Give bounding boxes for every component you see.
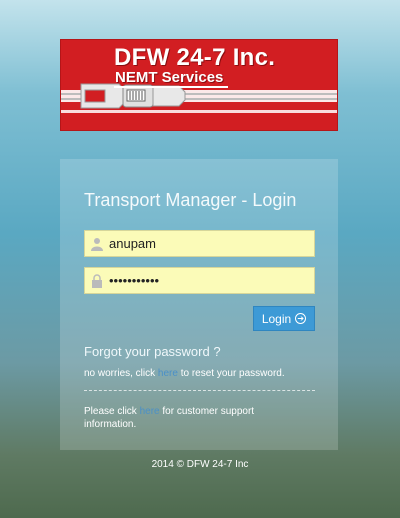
support-text: Please click here for customer support i… [84,405,304,431]
user-icon [91,238,103,251]
logo-subtitle: NEMT Services [115,69,224,86]
password-field-wrapper [84,267,315,294]
reset-password-link[interactable]: here [158,368,178,379]
username-field-wrapper [84,230,315,257]
password-input[interactable] [109,268,309,293]
lock-icon [92,274,102,288]
divider [84,390,315,391]
forgot-text-before: no worries, click [84,368,158,379]
support-text-before: Please click [84,406,140,417]
arrow-right-icon: ➔ [295,313,307,324]
login-button[interactable]: Login ➔ [253,306,315,331]
forgot-password-text: no worries, click here to reset your pas… [84,367,324,380]
logo-underline [114,86,228,88]
footer-copyright: 2014 © DFW 24-7 Inc [151,459,249,470]
logo-title: DFW 24-7 Inc. [114,44,276,71]
login-button-label: Login [261,311,292,326]
page-title: Transport Manager - Login [84,190,297,210]
username-input[interactable] [109,231,309,256]
login-panel: Transport Manager - Login Login ➔ Forgot… [60,159,338,450]
support-link[interactable]: here [140,406,160,417]
forgot-text-after: to reset your password. [177,368,285,379]
company-logo: DFW 24-7 Inc. NEMT Services [60,39,338,131]
forgot-password-title: Forgot your password ? [84,344,221,359]
